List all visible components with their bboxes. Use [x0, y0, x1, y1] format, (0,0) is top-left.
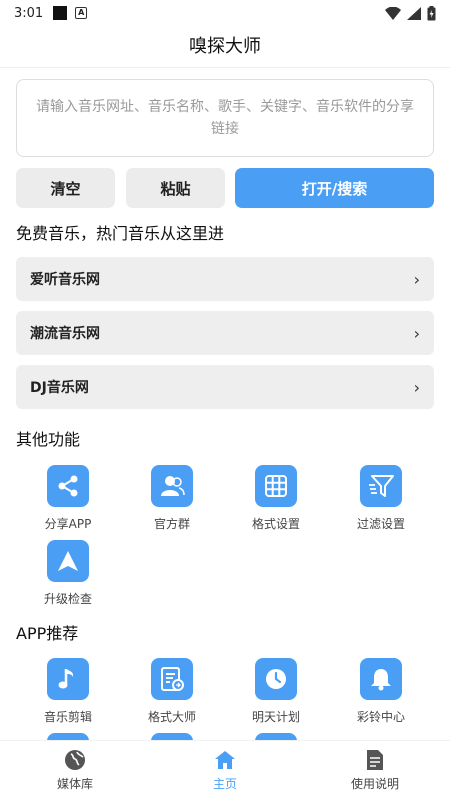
- chevron-right-icon: ›: [413, 323, 420, 343]
- feature-share-app[interactable]: 分享APP: [16, 465, 120, 532]
- tab-label: 媒体库: [56, 777, 93, 791]
- home-icon: [215, 751, 235, 769]
- music-note-icon: [47, 658, 89, 700]
- share-icon: [47, 465, 89, 507]
- app-label: 彩铃中心: [356, 710, 405, 724]
- tab-label: 使用说明: [350, 777, 399, 791]
- site-item-label: 爱听音乐网: [30, 272, 100, 288]
- feature-label: 过滤设置: [356, 517, 405, 531]
- status-bar: 3:01 A: [0, 0, 450, 26]
- feature-label: 格式设置: [251, 517, 300, 531]
- site-item-dj[interactable]: DJ音乐网 ›: [16, 365, 434, 409]
- chevron-right-icon: ›: [413, 269, 420, 289]
- globe-icon: [65, 750, 85, 770]
- app-music-edit[interactable]: 音乐剪辑: [16, 658, 120, 725]
- site-item-chaoliu[interactable]: 潮流音乐网 ›: [16, 311, 434, 355]
- feature-filter-settings[interactable]: 过滤设置: [329, 465, 433, 532]
- wifi-icon: [385, 6, 401, 20]
- group-icon: [151, 465, 193, 507]
- site-item-aiting[interactable]: 爱听音乐网 ›: [16, 257, 434, 301]
- document-icon: [367, 750, 383, 770]
- feature-official-group[interactable]: 官方群: [120, 465, 224, 532]
- grid-icon: [255, 465, 297, 507]
- signal-icon: [407, 6, 421, 20]
- app-ringtone-center[interactable]: 彩铃中心: [329, 658, 433, 725]
- feature-upgrade-check[interactable]: 升级检查: [16, 540, 120, 607]
- search-input[interactable]: 请输入音乐网址、音乐名称、歌手、关键字、音乐软件的分享链接: [16, 79, 434, 157]
- chevron-right-icon: ›: [413, 377, 420, 397]
- other-features-title: 其他功能: [16, 430, 81, 449]
- document-convert-icon: [151, 658, 193, 700]
- tab-label: 主页: [212, 777, 237, 791]
- app-tomorrow-plan[interactable]: 明天计划: [224, 658, 328, 725]
- tab-media-library[interactable]: 媒体库: [0, 741, 150, 800]
- feature-label: 分享APP: [44, 517, 92, 531]
- bottom-tab-bar: 媒体库 主页 使用说明: [0, 740, 450, 800]
- feature-label: 升级检查: [43, 592, 92, 606]
- app-recommend-title: APP推荐: [16, 624, 79, 643]
- tab-home[interactable]: 主页: [150, 741, 300, 800]
- app-label: 明天计划: [251, 710, 300, 724]
- clear-button[interactable]: 清空: [16, 168, 115, 208]
- app-format-master[interactable]: 格式大师: [120, 658, 224, 725]
- site-item-label: 潮流音乐网: [30, 326, 100, 342]
- app-notification-icon: A: [75, 7, 88, 19]
- battery-icon: [427, 5, 436, 20]
- app-label: 音乐剪辑: [43, 710, 92, 724]
- bell-icon: [360, 658, 402, 700]
- navigation-arrow-icon: [47, 540, 89, 582]
- page-title: 嗅探大师: [0, 26, 450, 68]
- tab-instructions[interactable]: 使用说明: [300, 741, 450, 800]
- free-music-title: 免费音乐，热门音乐从这里进: [16, 224, 225, 243]
- clock-icon: [255, 658, 297, 700]
- feature-label: 官方群: [153, 517, 190, 531]
- site-item-label: DJ音乐网: [30, 380, 89, 396]
- status-time: 3:01: [14, 5, 44, 21]
- notification-icon: [53, 6, 68, 20]
- filter-icon: [360, 465, 402, 507]
- open-search-button[interactable]: 打开/搜索: [235, 168, 434, 208]
- feature-format-settings[interactable]: 格式设置: [224, 465, 328, 532]
- paste-button[interactable]: 粘贴: [126, 168, 225, 208]
- app-label: 格式大师: [147, 710, 196, 724]
